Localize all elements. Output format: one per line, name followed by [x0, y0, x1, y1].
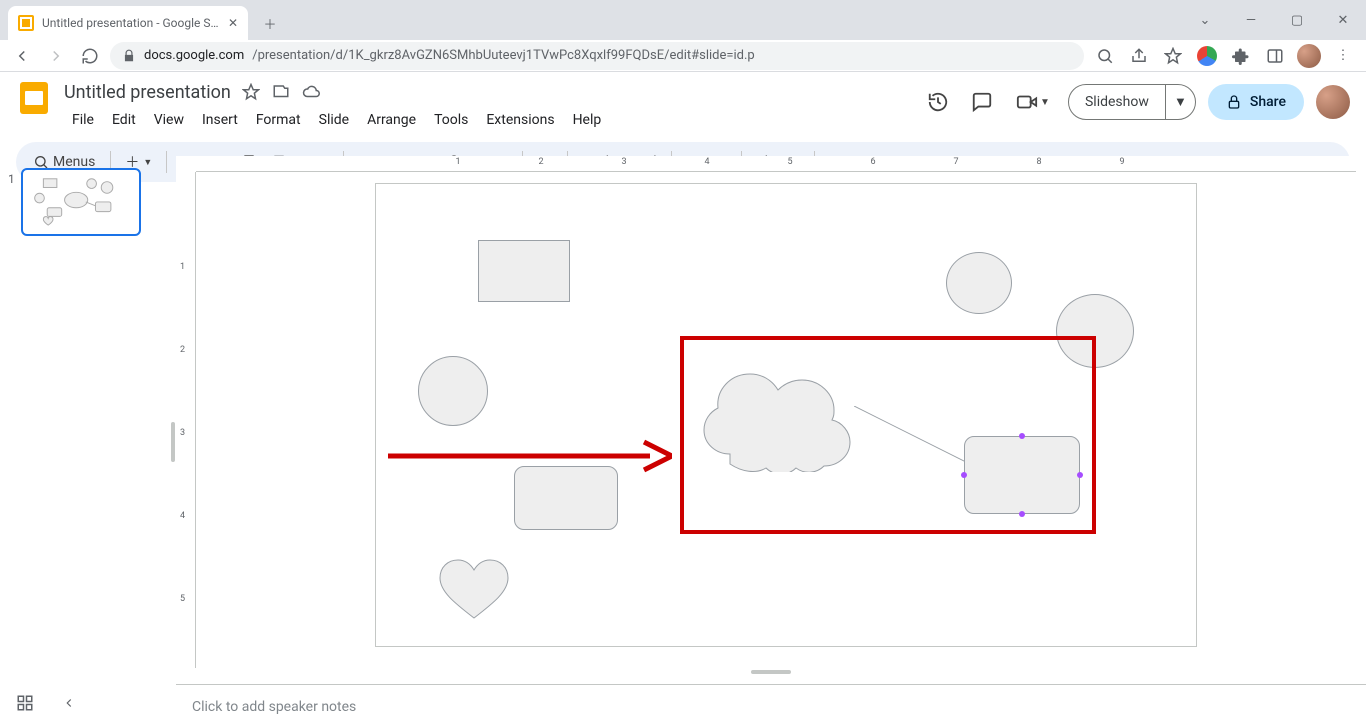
bookmark-icon[interactable]	[1158, 42, 1188, 70]
new-tab-button[interactable]: ＋	[256, 9, 284, 37]
slide-number: 1	[8, 168, 15, 716]
share-button[interactable]: Share	[1208, 84, 1304, 120]
star-icon[interactable]	[241, 82, 261, 102]
comments-icon[interactable]	[966, 86, 998, 118]
browser-chrome: Untitled presentation - Google Slides ✕ …	[0, 0, 1366, 72]
annotation-highlight-box	[680, 336, 1096, 534]
slideshow-dropdown-icon[interactable]: ▼	[1165, 85, 1195, 119]
menu-view[interactable]: View	[146, 108, 192, 132]
back-button[interactable]	[8, 42, 36, 70]
url-path: /presentation/d/1K_gkrz8AvGZN6SMhbUuteev…	[252, 48, 755, 63]
explore-grid-icon[interactable]	[12, 690, 38, 716]
speaker-notes-placeholder: Click to add speaker notes	[192, 699, 356, 715]
reload-button[interactable]	[76, 42, 104, 70]
menu-file[interactable]: File	[64, 108, 102, 132]
shape-oval[interactable]	[418, 356, 488, 426]
share-page-icon[interactable]	[1124, 42, 1154, 70]
side-panel-icon[interactable]	[1260, 42, 1290, 70]
window-controls: ⌄ — ▢ ✕	[1182, 0, 1366, 40]
url-field[interactable]: docs.google.com/presentation/d/1K_gkrz8A…	[110, 42, 1084, 70]
menu-slide[interactable]: Slide	[311, 108, 357, 132]
chrome-menu-icon[interactable]: ⋮	[1328, 42, 1358, 70]
zoom-icon[interactable]	[1090, 42, 1120, 70]
canvas-area: 1 2 3 4 5 6 7 8 9 1 2 3 4 5	[176, 156, 1366, 728]
slides-favicon-icon	[18, 15, 34, 31]
history-icon[interactable]	[922, 86, 954, 118]
slide-canvas[interactable]	[376, 184, 1196, 646]
speaker-notes[interactable]: Click to add speaker notes	[176, 684, 1366, 728]
share-label: Share	[1250, 94, 1286, 110]
tab-strip: Untitled presentation - Google Slides ✕ …	[0, 0, 1366, 40]
workspace: 1 1 2 3 4 5 6 7 8 9	[0, 156, 1366, 728]
chevron-down-icon[interactable]: ⌄	[1182, 0, 1228, 40]
close-tab-icon[interactable]: ✕	[228, 16, 238, 30]
app-header: Untitled presentation File Edit View Ins…	[0, 72, 1366, 136]
move-icon[interactable]	[271, 82, 291, 102]
menu-extensions[interactable]: Extensions	[478, 108, 562, 132]
profile-avatar[interactable]	[1294, 42, 1324, 70]
menu-help[interactable]: Help	[565, 108, 610, 132]
slideshow-label: Slideshow	[1069, 85, 1165, 119]
annotation-arrow	[388, 438, 672, 474]
minimize-icon[interactable]: —	[1228, 0, 1274, 40]
forward-button[interactable]	[42, 42, 70, 70]
menu-edit[interactable]: Edit	[104, 108, 144, 132]
account-avatar[interactable]	[1316, 85, 1350, 119]
document-title[interactable]: Untitled presentation	[64, 82, 231, 103]
browser-tab[interactable]: Untitled presentation - Google Slides ✕	[8, 6, 248, 40]
close-window-icon[interactable]: ✕	[1320, 0, 1366, 40]
notes-resize-handle[interactable]	[751, 670, 791, 674]
ruler-horizontal: 1 2 3 4 5 6 7 8 9	[196, 156, 1356, 172]
address-bar: docs.google.com/presentation/d/1K_gkrz8A…	[0, 40, 1366, 72]
url-host: docs.google.com	[144, 48, 244, 63]
shape-heart[interactable]	[434, 556, 514, 622]
slide-thumbnail[interactable]	[21, 168, 141, 236]
menu-format[interactable]: Format	[248, 108, 309, 132]
lock-icon	[122, 49, 136, 63]
shape-oval[interactable]	[946, 252, 1012, 314]
menu-arrange[interactable]: Arrange	[359, 108, 424, 132]
filmstrip: 1	[0, 156, 170, 728]
menu-insert[interactable]: Insert	[194, 108, 246, 132]
extension-badge-icon[interactable]	[1192, 42, 1222, 70]
collapse-filmstrip-icon[interactable]	[56, 690, 82, 716]
bottom-left-controls	[12, 690, 82, 716]
shape-rounded-rectangle[interactable]	[514, 466, 618, 530]
cloud-status-icon[interactable]	[301, 82, 321, 102]
shape-rectangle[interactable]	[478, 240, 570, 302]
menu-tools[interactable]: Tools	[426, 108, 476, 132]
extensions-icon[interactable]	[1226, 42, 1256, 70]
meet-icon[interactable]: ▼	[1010, 86, 1056, 118]
slides-logo-icon[interactable]	[16, 80, 56, 120]
tab-title: Untitled presentation - Google Slides	[42, 16, 220, 30]
lock-icon	[1226, 94, 1242, 110]
ruler-vertical: 1 2 3 4 5	[176, 172, 196, 668]
maximize-icon[interactable]: ▢	[1274, 0, 1320, 40]
menu-bar: File Edit View Insert Format Slide Arran…	[64, 108, 922, 132]
slideshow-button[interactable]: Slideshow ▼	[1068, 84, 1196, 120]
